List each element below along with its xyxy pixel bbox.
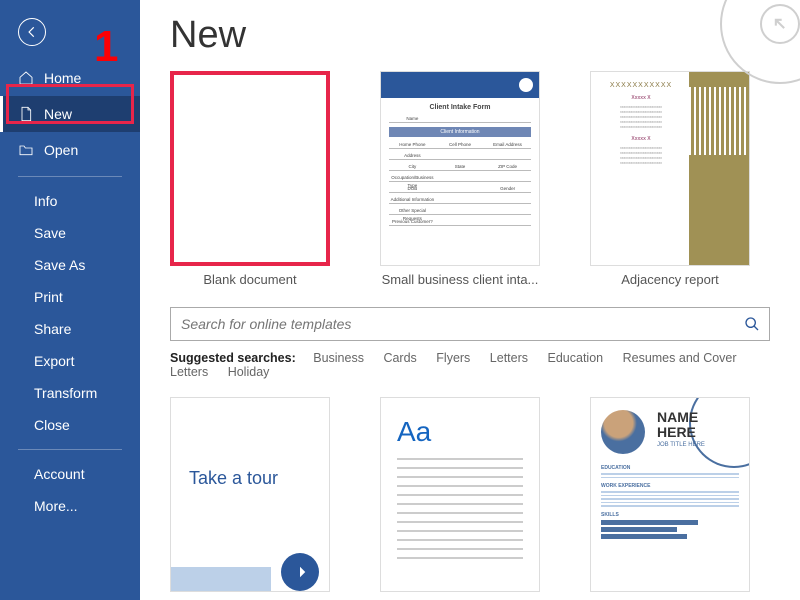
template-thumb-adjacency: XXXXXXXXXXX Xxxxx X xxxxxxxxxxxxxxxxxxxx… xyxy=(590,71,750,266)
sidebar-item-share[interactable]: Share xyxy=(0,313,140,345)
suggested-item[interactable]: Flyers xyxy=(436,351,470,365)
sidebar-item-save[interactable]: Save xyxy=(0,217,140,249)
arrow-nw-icon xyxy=(770,14,790,34)
resume-name: NAMEHERE xyxy=(657,410,698,440)
sidebar-item-new[interactable]: New xyxy=(0,96,140,132)
sidebar-item-info[interactable]: Info xyxy=(0,185,140,217)
template-label: Small business client inta... xyxy=(380,272,540,287)
templates-row: Blank document Client Intake Form Name C… xyxy=(170,71,770,287)
backstage-sidebar: Home New Open Info Save Save As Print Sh… xyxy=(0,0,140,600)
suggested-label: Suggested searches: xyxy=(170,351,296,365)
template-search xyxy=(170,307,770,341)
template-thumb-intake: Client Intake Form Name Client Informati… xyxy=(380,71,540,266)
search-input[interactable] xyxy=(171,316,735,332)
sidebar-item-more[interactable]: More... xyxy=(0,490,140,522)
template-resume[interactable]: NAMEHERE JOB TITLE HERE EDUCATION WORK E… xyxy=(590,397,750,592)
template-adjacency-report[interactable]: XXXXXXXXXXX Xxxxx X xxxxxxxxxxxxxxxxxxxx… xyxy=(590,71,750,287)
sidebar-item-open[interactable]: Open xyxy=(0,132,140,168)
back-button[interactable] xyxy=(18,18,46,46)
sidebar-item-close[interactable]: Close xyxy=(0,409,140,441)
sidebar-item-saveas[interactable]: Save As xyxy=(0,249,140,281)
sidebar-divider xyxy=(18,176,122,177)
template-client-intake[interactable]: Client Intake Form Name Client Informati… xyxy=(380,71,540,287)
search-button[interactable] xyxy=(735,308,769,340)
template-blank-document[interactable]: Blank document xyxy=(170,71,330,287)
open-folder-icon xyxy=(18,142,34,158)
template-thumb-blank xyxy=(170,71,330,266)
back-arrow-icon xyxy=(25,25,39,39)
template-label: Blank document xyxy=(170,272,330,287)
template-single-spaced[interactable]: Aa xyxy=(380,397,540,592)
sidebar-label-open: Open xyxy=(44,142,78,158)
arrow-right-icon xyxy=(281,553,319,591)
home-icon xyxy=(18,70,34,86)
new-doc-icon xyxy=(18,106,34,122)
templates-row-2: Take a tour Aa NAMEHERE JOB TITLE HERE xyxy=(170,397,770,592)
resume-body: EDUCATION WORK EXPERIENCE SKILLS xyxy=(601,460,739,541)
suggested-item[interactable]: Education xyxy=(548,351,604,365)
resume-sub: JOB TITLE HERE xyxy=(657,442,705,448)
suggested-item[interactable]: Cards xyxy=(383,351,416,365)
page-title: New xyxy=(170,14,770,57)
search-icon xyxy=(744,316,760,332)
suggested-searches: Suggested searches: Business Cards Flyer… xyxy=(170,351,770,379)
template-take-a-tour[interactable]: Take a tour xyxy=(170,397,330,592)
tour-text: Take a tour xyxy=(189,468,278,489)
avatar-photo xyxy=(601,410,645,454)
tour-stripe xyxy=(171,567,271,591)
suggested-item[interactable]: Holiday xyxy=(228,365,270,379)
sidebar-item-transform[interactable]: Transform xyxy=(0,377,140,409)
main-panel: New Blank document Client Intake Form Na… xyxy=(140,0,800,600)
sidebar-label-home: Home xyxy=(44,70,81,86)
suggested-item[interactable]: Letters xyxy=(490,351,528,365)
template-label: Adjacency report xyxy=(590,272,750,287)
sidebar-item-home[interactable]: Home xyxy=(0,60,140,96)
sidebar-label-new: New xyxy=(44,106,72,122)
sidebar-divider-2 xyxy=(18,449,122,450)
sidebar-item-export[interactable]: Export xyxy=(0,345,140,377)
sidebar-item-account[interactable]: Account xyxy=(0,458,140,490)
aa-icon: Aa xyxy=(397,416,523,448)
annotation-number-1: 1 xyxy=(94,22,118,72)
sidebar-item-print[interactable]: Print xyxy=(0,281,140,313)
suggested-item[interactable]: Business xyxy=(313,351,364,365)
logo-icon xyxy=(519,78,533,92)
